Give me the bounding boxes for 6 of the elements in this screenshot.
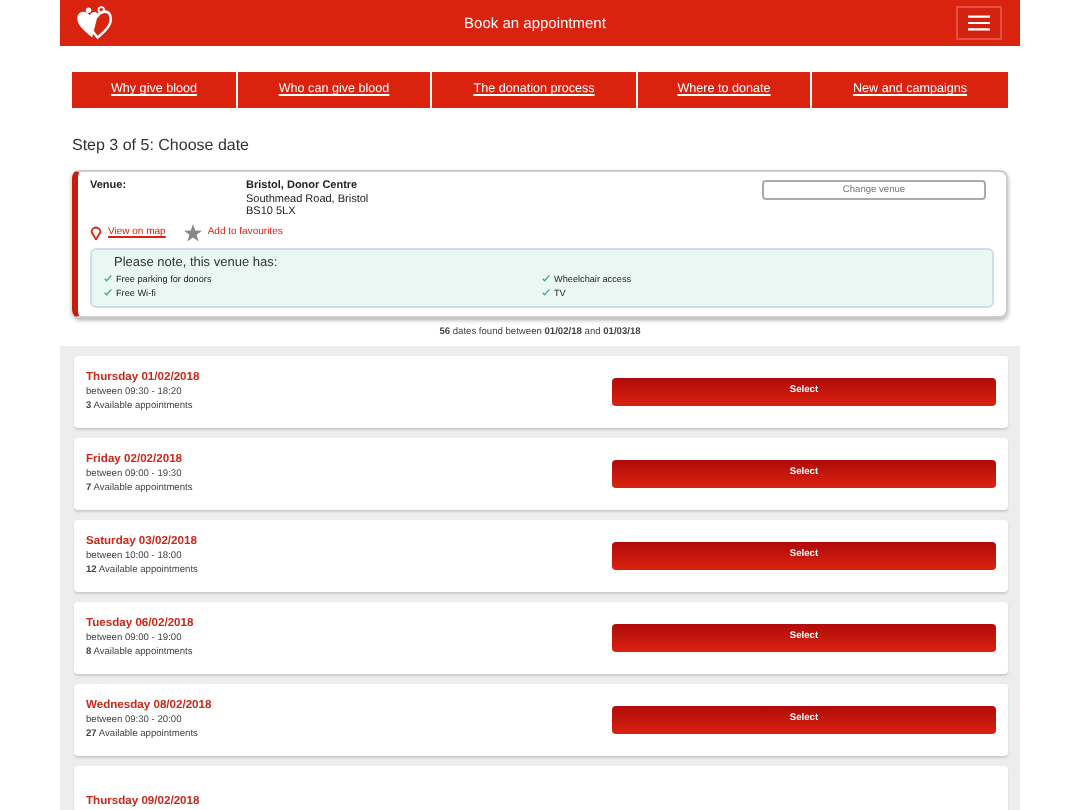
step-heading: Step 3 of 5: Choose date [72,136,252,154]
menu-button[interactable] [955,6,1002,40]
map-pin-icon [90,224,102,241]
menu-icon [967,14,990,32]
star-icon[interactable] [183,223,202,242]
hearts-logo-icon[interactable] [74,6,114,40]
